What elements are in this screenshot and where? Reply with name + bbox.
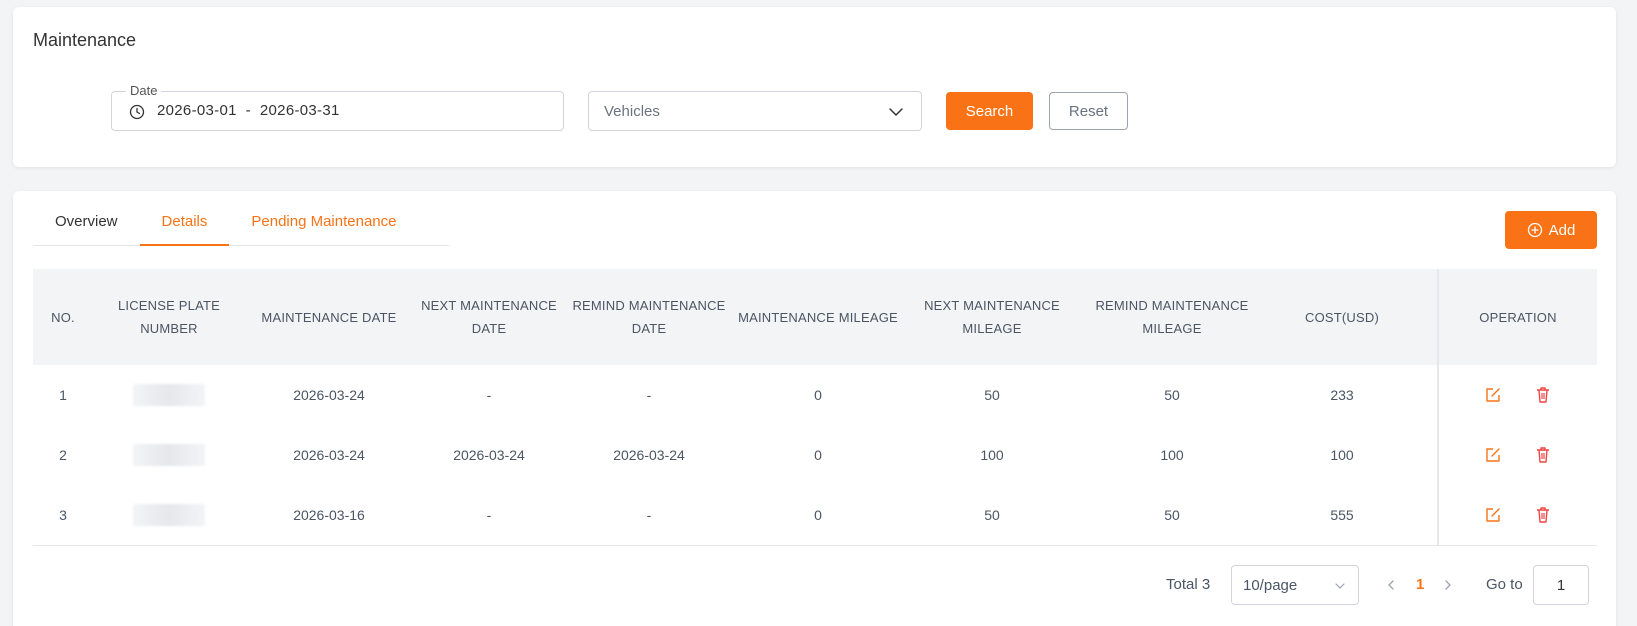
col-header-remind-maintenance-date: REMIND MAINTENANCE DATE: [572, 298, 726, 336]
edit-icon[interactable]: [1483, 445, 1503, 465]
cell-maintenance-date: 2026-03-24: [293, 387, 365, 403]
date-range-field[interactable]: Date 2026-03-01 - 2026-03-31: [111, 83, 564, 131]
col-header-no: NO.: [51, 309, 75, 325]
page-size-select[interactable]: 10/page: [1231, 565, 1359, 605]
cell-next-maintenance-date: -: [486, 507, 492, 523]
maintenance-table: NO. LICENSE PLATE NUMBER MAINTENANCE DAT…: [33, 269, 1597, 546]
cell-operation: [1437, 425, 1597, 485]
col-header-maintenance-date: MAINTENANCE DATE: [261, 309, 397, 325]
cell-next-maintenance-mileage: 50: [984, 387, 1000, 403]
cell-remind-maintenance-date: -: [646, 387, 652, 403]
tab-pending-maintenance[interactable]: Pending Maintenance: [229, 211, 418, 246]
cell-license-plate: [93, 365, 245, 425]
blurred-plate: [133, 384, 205, 406]
trash-icon[interactable]: [1533, 505, 1553, 525]
table-card: Overview Details Pending Maintenance Add…: [13, 191, 1616, 626]
cell-maintenance-mileage: 0: [814, 387, 822, 403]
cell-cost: 100: [1330, 447, 1354, 463]
cell-maintenance-date: 2026-03-24: [293, 447, 365, 463]
cell-spacer: [1421, 425, 1437, 485]
table-body: 1 2026-03-24 - - 0 50 50 233 2 2026-03-2…: [33, 365, 1597, 546]
tab-bar: Overview Details Pending Maintenance: [33, 211, 449, 246]
tab-details[interactable]: Details: [139, 211, 230, 246]
page-title: Maintenance: [33, 30, 137, 50]
cell-no: 3: [59, 507, 67, 523]
col-header-remind-maintenance-mileage: REMIND MAINTENANCE MILEAGE: [1095, 298, 1249, 336]
col-header-spacer: [1421, 269, 1437, 365]
col-header-maintenance-mileage: MAINTENANCE MILEAGE: [738, 309, 898, 325]
total-count: Total 3: [1166, 576, 1211, 593]
trash-icon[interactable]: [1533, 445, 1553, 465]
goto-page-input[interactable]: [1533, 565, 1589, 605]
plus-circle-icon: [1527, 222, 1542, 238]
table-row: 2 2026-03-24 2026-03-24 2026-03-24 0 100…: [33, 425, 1597, 485]
cell-maintenance-date: 2026-03-16: [293, 507, 365, 523]
table-header: NO. LICENSE PLATE NUMBER MAINTENANCE DAT…: [33, 269, 1597, 365]
cell-no: 1: [59, 387, 67, 403]
search-button[interactable]: Search: [946, 92, 1033, 130]
cell-remind-maintenance-mileage: 50: [1164, 507, 1180, 523]
cell-license-plate: [93, 485, 245, 545]
reset-button[interactable]: Reset: [1049, 92, 1128, 130]
vehicles-select[interactable]: Vehicles: [588, 91, 922, 131]
date-range-value: 2026-03-01 - 2026-03-31: [157, 102, 340, 119]
chevron-down-icon: [889, 108, 903, 116]
cell-remind-maintenance-date: -: [646, 507, 652, 523]
cell-remind-maintenance-date: 2026-03-24: [613, 447, 685, 463]
cell-spacer: [1421, 365, 1437, 425]
date-label: Date: [126, 83, 162, 98]
cell-cost: 233: [1330, 387, 1354, 403]
edit-icon[interactable]: [1483, 385, 1503, 405]
edit-icon[interactable]: [1483, 505, 1503, 525]
chevron-right-icon[interactable]: [1442, 579, 1454, 591]
pagination: Total 3 10/page 1 Go to: [13, 565, 1616, 605]
cell-maintenance-mileage: 0: [814, 507, 822, 523]
cell-cost: 555: [1330, 507, 1354, 523]
add-button[interactable]: Add: [1505, 211, 1597, 249]
cell-spacer: [1421, 485, 1437, 545]
cell-operation: [1437, 485, 1597, 545]
goto-label: Go to: [1486, 576, 1523, 593]
filter-card: Maintenance Date 2026-03-01 - 2026-03-31…: [13, 7, 1616, 167]
table-row: 1 2026-03-24 - - 0 50 50 233: [33, 365, 1597, 425]
blurred-plate: [133, 504, 205, 526]
cell-next-maintenance-mileage: 100: [980, 447, 1004, 463]
page-size-value: 10/page: [1243, 577, 1298, 594]
page-number-current[interactable]: 1: [1416, 576, 1424, 593]
cell-no: 2: [59, 447, 67, 463]
cell-next-maintenance-mileage: 50: [984, 507, 1000, 523]
table-row: 3 2026-03-16 - - 0 50 50 555: [33, 485, 1597, 545]
blurred-plate: [133, 444, 205, 466]
col-header-operation: OPERATION: [1437, 269, 1597, 365]
chevron-left-icon[interactable]: [1385, 579, 1397, 591]
cell-remind-maintenance-mileage: 50: [1164, 387, 1180, 403]
col-header-next-maintenance-date: NEXT MAINTENANCE DATE: [421, 298, 557, 336]
cell-maintenance-mileage: 0: [814, 447, 822, 463]
col-header-next-maintenance-mileage: NEXT MAINTENANCE MILEAGE: [924, 298, 1060, 336]
clock-icon: [129, 104, 145, 120]
cell-next-maintenance-date: 2026-03-24: [453, 447, 525, 463]
cell-remind-maintenance-mileage: 100: [1160, 447, 1184, 463]
col-header-cost: COST(USD): [1304, 309, 1380, 325]
cell-next-maintenance-date: -: [486, 387, 492, 403]
trash-icon[interactable]: [1533, 385, 1553, 405]
cell-operation: [1437, 365, 1597, 425]
col-header-license-plate: LICENSE PLATE NUMBER: [117, 298, 221, 336]
add-button-label: Add: [1548, 221, 1576, 239]
tab-overview[interactable]: Overview: [33, 211, 140, 246]
vehicles-placeholder: Vehicles: [604, 103, 660, 120]
chevron-down-icon: [1335, 583, 1345, 589]
cell-license-plate: [93, 425, 245, 485]
